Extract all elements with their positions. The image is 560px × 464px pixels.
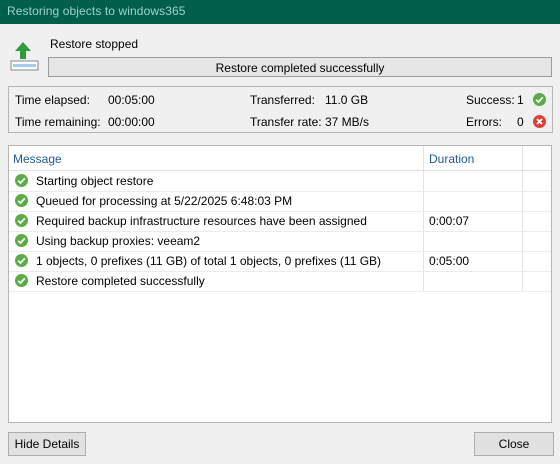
time-remaining-label: Time remaining: [15, 115, 101, 129]
column-header-message[interactable]: Message [13, 152, 62, 166]
log-row[interactable]: Restore completed successfully [9, 271, 551, 292]
log-duration: 0:05:00 [429, 254, 470, 268]
errors-value: 0 [517, 115, 524, 129]
log-message: Starting object restore [36, 174, 154, 188]
log-row[interactable]: Starting object restore [9, 171, 551, 192]
log-row[interactable]: Required backup infrastructure resources… [9, 211, 551, 232]
log-row[interactable]: 1 objects, 0 prefixes (11 GB) of total 1… [9, 251, 551, 272]
close-button[interactable]: Close [474, 432, 554, 456]
column-header-duration[interactable]: Duration [429, 152, 474, 166]
success-label: Success: [466, 93, 515, 107]
log-row[interactable]: Queued for processing at 5/22/2025 6:48:… [9, 191, 551, 212]
restore-upload-icon [10, 40, 40, 72]
transfer-rate-value: 37 MB/s [325, 115, 370, 129]
log-message: Required backup infrastructure resources… [36, 214, 367, 228]
check-circle-icon [15, 174, 28, 187]
window-title: Restoring objects to windows365 [7, 4, 186, 18]
log-duration: 0:00:07 [429, 214, 470, 228]
errors-label: Errors: [466, 115, 502, 129]
check-circle-icon [533, 93, 546, 106]
time-elapsed-label: Time elapsed: [15, 93, 90, 107]
log-message: 1 objects, 0 prefixes (11 GB) of total 1… [36, 254, 382, 268]
error-circle-icon [533, 115, 546, 128]
title-bar: Restoring objects to windows365 [0, 0, 560, 24]
time-elapsed-value: 00:05:00 [108, 93, 155, 107]
check-circle-icon [15, 194, 28, 207]
progress-text: Restore completed successfully [215, 61, 385, 75]
check-circle-icon [15, 254, 28, 267]
check-circle-icon [15, 214, 28, 227]
success-value: 1 [517, 93, 524, 107]
log-message: Restore completed successfully [36, 274, 205, 288]
status-label: Restore stopped [50, 37, 139, 51]
stats-panel: Time elapsed: 00:05:00 Time remaining: 0… [8, 86, 553, 133]
progress-bar: Restore completed successfully [48, 57, 552, 77]
log-grid-header: Message Duration [9, 146, 551, 171]
log-message: Using backup proxies: veeam2 [36, 234, 201, 248]
check-circle-icon [15, 234, 28, 247]
log-row[interactable]: Using backup proxies: veeam2 [9, 231, 551, 252]
hide-details-button[interactable]: Hide Details [8, 432, 86, 456]
check-circle-icon [15, 274, 28, 287]
transferred-value: 11.0 GB [325, 93, 369, 107]
log-message: Queued for processing at 5/22/2025 6:48:… [36, 194, 293, 208]
log-grid[interactable]: Message Duration Starting object restore… [8, 145, 552, 423]
transfer-rate-label: Transfer rate: [250, 115, 322, 129]
transferred-label: Transferred: [250, 93, 315, 107]
time-remaining-value: 00:00:00 [108, 115, 155, 129]
